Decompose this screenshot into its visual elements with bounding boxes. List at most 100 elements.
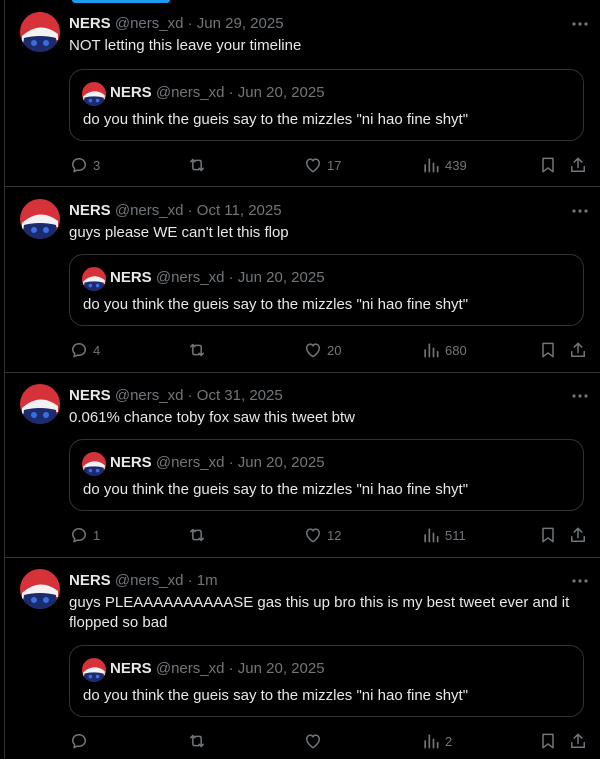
reply-button[interactable] xyxy=(69,729,93,753)
avatar[interactable] xyxy=(20,199,60,239)
retweet-button[interactable] xyxy=(187,729,211,753)
quote-author-name: NERS xyxy=(110,269,152,286)
bookmark-icon xyxy=(542,342,554,358)
quote-author-name: NERS xyxy=(110,660,152,677)
bookmark-button[interactable] xyxy=(538,153,558,177)
author-name[interactable]: NERS xyxy=(69,387,111,404)
author-handle[interactable]: @ners_xd xyxy=(115,15,184,32)
tweet-text: guys please WE can't let this flop xyxy=(69,224,289,241)
action-bar: 3 17 439 xyxy=(5,153,600,177)
quote-author-name: NERS xyxy=(110,84,152,101)
reply-count: 1 xyxy=(93,527,101,543)
reply-count: 3 xyxy=(93,157,101,173)
avatar[interactable] xyxy=(20,384,60,424)
reply-button[interactable]: 3 xyxy=(69,153,100,177)
views-count: 680 xyxy=(445,342,467,358)
avatar[interactable] xyxy=(20,569,60,609)
reply-count: 4 xyxy=(93,342,101,358)
author-name[interactable]: NERS xyxy=(69,15,111,32)
quoted-tweet[interactable]: NERS @ners_xd · Jun 20, 2025 do you thin… xyxy=(69,439,584,511)
quote-avatar xyxy=(82,452,106,476)
reply-icon xyxy=(72,734,86,749)
quote-timestamp: Jun 20, 2025 xyxy=(237,454,325,471)
share-button[interactable] xyxy=(568,153,588,177)
like-button[interactable]: 17 xyxy=(303,153,341,177)
views-icon xyxy=(424,343,439,358)
quoted-tweet[interactable]: NERS @ners_xd · Jun 20, 2025 do you thin… xyxy=(69,645,584,717)
share-button[interactable] xyxy=(568,523,588,547)
reply-icon xyxy=(72,158,86,173)
views-icon xyxy=(424,734,439,749)
tweet-timestamp[interactable]: 1m xyxy=(197,572,218,589)
quote-header: NERS @ners_xd · Jun 20, 2025 xyxy=(110,83,325,103)
quote-avatar xyxy=(82,658,106,682)
bookmark-button[interactable] xyxy=(538,729,558,753)
tweet-header: NERS @ners_xd · Oct 11, 2025 xyxy=(69,201,282,221)
quote-author-handle: @ners_xd xyxy=(155,454,225,471)
quote-avatar xyxy=(82,82,106,106)
like-button[interactable]: 20 xyxy=(303,338,341,362)
share-icon xyxy=(571,733,585,748)
retweet-button[interactable] xyxy=(187,523,211,547)
reply-icon xyxy=(72,528,86,543)
like-count: 12 xyxy=(327,527,342,543)
retweet-button[interactable] xyxy=(187,338,211,362)
retweet-icon xyxy=(190,734,204,748)
tweet-text: NOT letting this leave your timeline xyxy=(69,37,302,54)
heart-icon xyxy=(306,734,320,749)
reply-button[interactable]: 1 xyxy=(69,523,100,547)
tweet[interactable]: NERS @ners_xd · Oct 31, 2025 0.061% chan… xyxy=(5,372,600,558)
bookmark-button[interactable] xyxy=(538,523,558,547)
tweet-timestamp[interactable]: Oct 31, 2025 xyxy=(197,387,283,404)
tweet-header: NERS @ners_xd · Oct 31, 2025 xyxy=(69,386,283,406)
quote-author-handle: @ners_xd xyxy=(155,660,225,677)
bookmark-button[interactable] xyxy=(538,338,558,362)
tweet-header: NERS @ners_xd · Jun 29, 2025 xyxy=(69,14,284,34)
like-count: 17 xyxy=(327,157,342,173)
more-icon[interactable] xyxy=(571,201,589,221)
quote-author-handle: @ners_xd xyxy=(155,269,225,286)
tweet-text: 0.061% chance toby fox saw this tweet bt… xyxy=(69,409,355,426)
more-icon[interactable] xyxy=(571,386,589,406)
share-button[interactable] xyxy=(568,338,588,362)
author-handle[interactable]: @ners_xd xyxy=(115,202,184,219)
share-button[interactable] xyxy=(568,729,588,753)
author-name[interactable]: NERS xyxy=(69,202,111,219)
bookmark-icon xyxy=(542,527,554,543)
retweet-icon xyxy=(190,158,204,172)
quote-header: NERS @ners_xd · Jun 20, 2025 xyxy=(110,268,325,288)
share-icon xyxy=(571,527,585,542)
more-icon[interactable] xyxy=(571,14,589,34)
separator-dot: · xyxy=(228,84,234,101)
heart-icon xyxy=(306,343,320,358)
separator-dot: · xyxy=(187,202,193,219)
reply-button[interactable]: 4 xyxy=(69,338,100,362)
views-icon xyxy=(424,158,439,173)
like-button[interactable] xyxy=(303,729,327,753)
tweet-text: guys PLEAAAAAAAAAASE gas this up bro thi… xyxy=(69,594,570,631)
action-bar: 4 20 680 xyxy=(5,338,600,362)
quoted-tweet[interactable]: NERS @ners_xd · Jun 20, 2025 do you thin… xyxy=(69,254,584,326)
retweet-button[interactable] xyxy=(187,153,211,177)
views-button[interactable]: 2 xyxy=(421,729,452,753)
timeline-feed: NERS @ners_xd · Jun 29, 2025 NOT letting… xyxy=(4,0,600,759)
tweet-timestamp[interactable]: Oct 11, 2025 xyxy=(197,202,282,219)
tweet[interactable]: NERS @ners_xd · Oct 11, 2025 guys please… xyxy=(5,187,600,373)
more-icon[interactable] xyxy=(571,571,589,591)
separator-dot: · xyxy=(228,454,234,471)
tweet[interactable]: NERS @ners_xd · Jun 29, 2025 NOT letting… xyxy=(5,0,600,187)
avatar[interactable] xyxy=(20,12,60,52)
quote-timestamp: Jun 20, 2025 xyxy=(237,660,325,677)
views-button[interactable]: 511 xyxy=(421,523,466,547)
author-handle[interactable]: @ners_xd xyxy=(115,572,184,589)
tweet-timestamp[interactable]: Jun 29, 2025 xyxy=(197,15,284,32)
views-button[interactable]: 439 xyxy=(421,153,467,177)
author-name[interactable]: NERS xyxy=(69,572,111,589)
quoted-tweet[interactable]: NERS @ners_xd · Jun 20, 2025 do you thin… xyxy=(69,69,584,141)
tweet[interactable]: NERS @ners_xd · 1m guys PLEAAAAAAAAAASE … xyxy=(5,557,600,759)
quote-text: do you think the gueis say to the mizzle… xyxy=(83,111,469,128)
views-button[interactable]: 680 xyxy=(421,338,467,362)
author-handle[interactable]: @ners_xd xyxy=(115,387,184,404)
views-count: 439 xyxy=(445,157,467,173)
like-button[interactable]: 12 xyxy=(303,523,341,547)
